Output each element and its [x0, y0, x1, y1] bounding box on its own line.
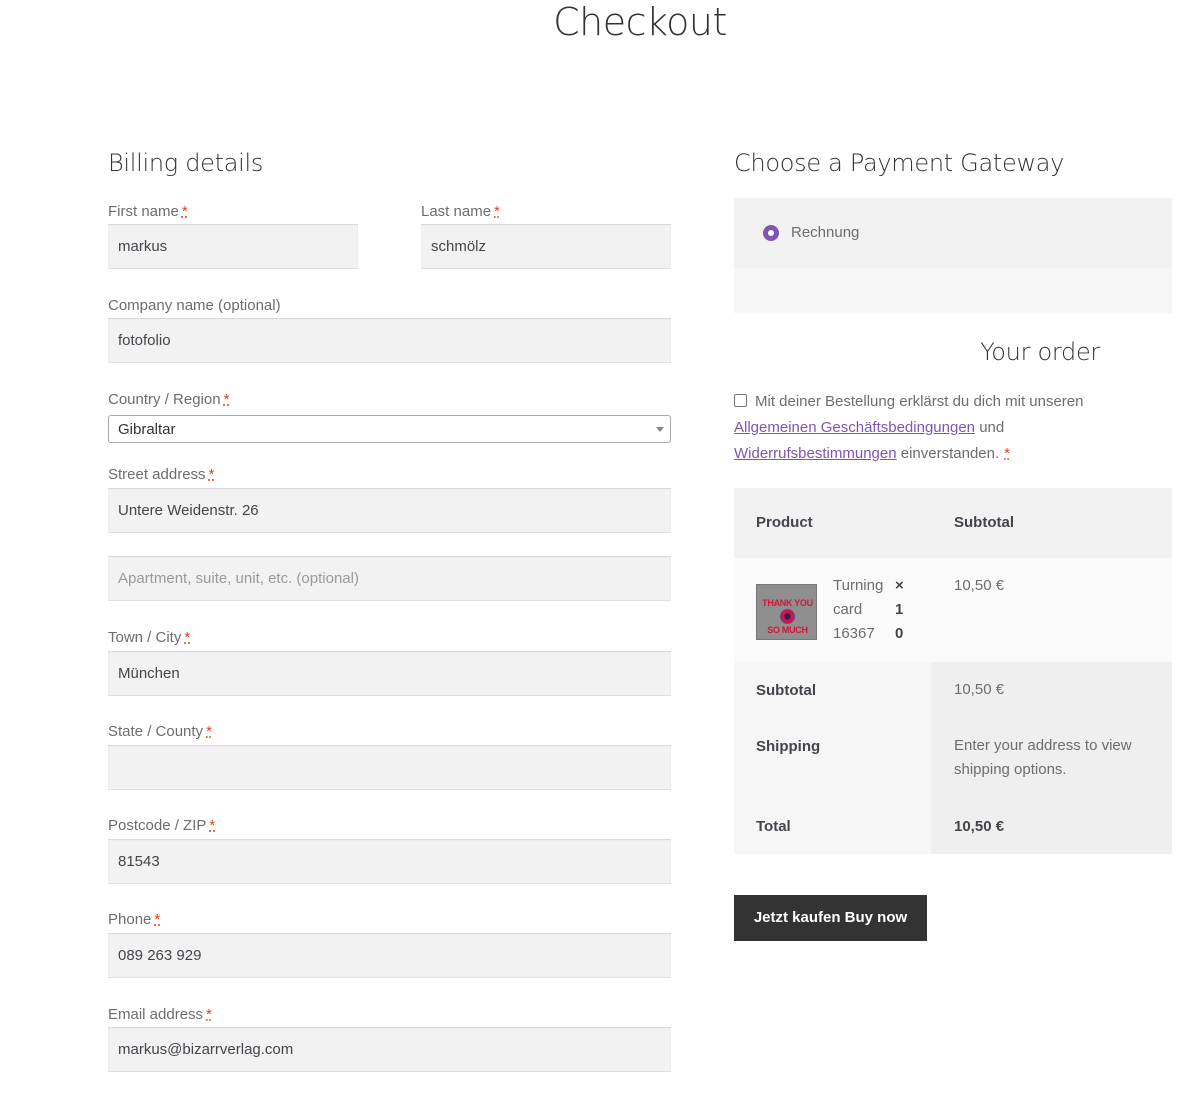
shipping-value: shipping options.: [954, 761, 1067, 778]
apartment-input[interactable]: [108, 556, 671, 601]
street-label: Street address *: [108, 466, 215, 483]
last-name-input[interactable]: [421, 224, 671, 269]
product-thumbnail: THANK YOU SO MUCH: [756, 584, 817, 640]
terms-required-mark: *: [1004, 445, 1010, 462]
city-label: Town / City *: [108, 629, 191, 646]
payment-heading: Choose a Payment Gateway: [734, 149, 1065, 177]
country-value: Gibraltar: [118, 421, 176, 438]
withdrawal-link[interactable]: Widerrufsbestimmungen: [734, 445, 897, 462]
buy-now-button[interactable]: Jetzt kaufen Buy now: [734, 895, 927, 941]
email-input[interactable]: [108, 1027, 671, 1072]
payment-methods: Rechnung: [734, 198, 1172, 313]
state-input[interactable]: [108, 745, 671, 790]
terms-link[interactable]: Allgemeinen Geschäftsbedingungen: [734, 419, 975, 436]
terms-suffix: einverstanden.: [900, 445, 1000, 462]
product-name-line: Turning: [833, 577, 884, 594]
country-select[interactable]: Gibraltar: [108, 415, 671, 443]
street-input[interactable]: [108, 488, 671, 533]
product-qty-line: 1: [895, 601, 904, 618]
terms-checkbox-row: Mit deiner Bestellung erklärst du dich m…: [734, 389, 1174, 467]
payment-method-rechnung[interactable]: Rechnung: [734, 198, 1172, 268]
first-name-label: First name *: [108, 203, 188, 220]
terms-prefix: Mit deiner Bestellung erklärst du dich m…: [755, 393, 1084, 410]
page-title: Checkout: [553, 0, 727, 44]
item-subtotal: 10,50 €: [954, 577, 1005, 594]
phone-label: Phone *: [108, 911, 161, 928]
state-label: State / County *: [108, 723, 212, 740]
flower-icon: [780, 609, 795, 624]
product-name-line: card: [833, 601, 863, 618]
product-qty-line: 0: [895, 625, 904, 642]
total-label: Total: [756, 818, 791, 835]
product-qty-line: ×: [895, 577, 904, 594]
radio-selected-icon[interactable]: [763, 225, 779, 241]
terms-mid: und: [979, 419, 1005, 436]
last-name-label: Last name *: [421, 203, 500, 220]
shipping-label: Shipping: [756, 738, 821, 755]
country-label: Country / Region *: [108, 391, 230, 408]
phone-input[interactable]: [108, 933, 671, 978]
company-input[interactable]: [108, 318, 671, 363]
postcode-label: Postcode / ZIP *: [108, 817, 216, 834]
shipping-value: Enter your address to view: [954, 737, 1132, 754]
order-heading: Your order: [980, 338, 1100, 366]
billing-heading: Billing details: [108, 149, 264, 177]
subtotal-label: Subtotal: [756, 682, 816, 699]
company-label: Company name (optional): [108, 297, 281, 314]
subtotal-value: 10,50 €: [954, 681, 1005, 698]
postcode-input[interactable]: [108, 839, 671, 884]
order-totals: Subtotal 10,50 € Shipping Enter your add…: [734, 662, 1172, 854]
chevron-down-icon: [656, 427, 664, 432]
order-table-header: Product Subtotal: [734, 488, 1172, 558]
product-column-header: Product: [756, 514, 813, 531]
city-input[interactable]: [108, 651, 671, 696]
subtotal-column-header: Subtotal: [954, 514, 1014, 531]
total-value: 10,50 €: [954, 818, 1005, 835]
email-label: Email address *: [108, 1006, 212, 1023]
order-item-row: THANK YOU SO MUCH Turning card 16367 × 1…: [734, 558, 1172, 662]
product-name-line: 16367: [833, 625, 875, 642]
first-name-input[interactable]: [108, 224, 358, 269]
payment-method-label: Rechnung: [791, 224, 860, 241]
terms-checkbox[interactable]: [734, 394, 747, 407]
